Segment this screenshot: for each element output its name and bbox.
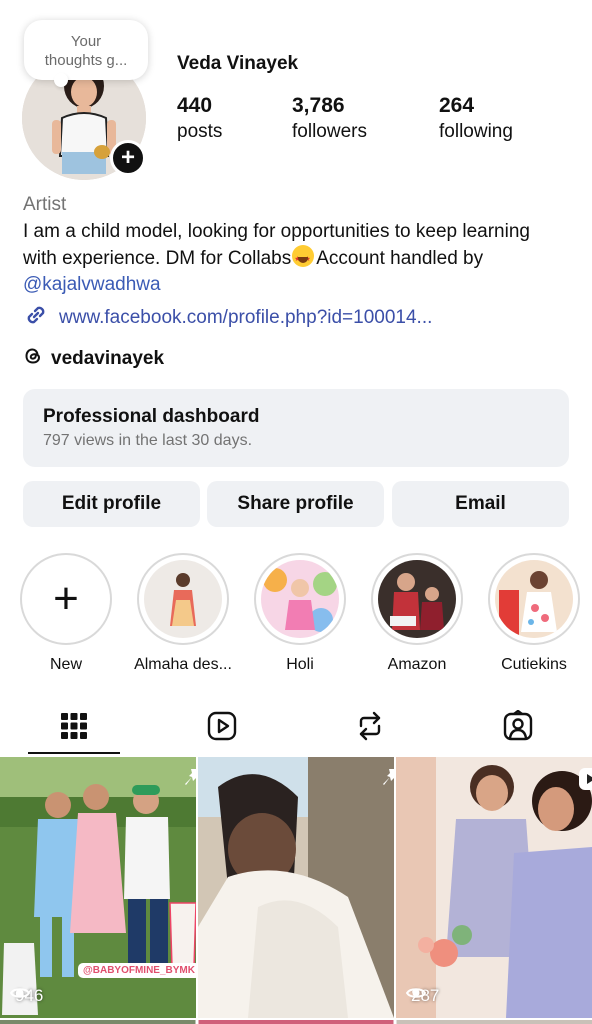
highlight-label: Holi [286, 656, 314, 673]
grid-icon [60, 712, 88, 745]
highlight-new[interactable]: + New [20, 553, 112, 674]
post-tile[interactable] [198, 757, 394, 1018]
stat-following-label: following [439, 121, 513, 142]
bio-tail: Account handled by [316, 248, 484, 269]
highlight-ring [137, 553, 229, 645]
tab-tagged[interactable] [444, 700, 592, 756]
reels-icon [206, 710, 238, 747]
threads-icon [23, 346, 43, 371]
add-story-button[interactable]: + [110, 140, 146, 176]
next-row-peek [0, 1020, 592, 1024]
highlight-label: Cutiekins [501, 656, 567, 673]
dashboard-title: Professional dashboard [43, 406, 260, 427]
highlight-cover-image [378, 560, 456, 638]
tab-reposts[interactable] [296, 700, 444, 756]
edit-profile-button[interactable]: Edit profile [23, 481, 200, 527]
highlight-almaha[interactable]: Almaha des... [134, 553, 232, 674]
profile-link[interactable]: www.facebook.com/profile.php?id=100014..… [23, 302, 432, 333]
brand-tag: @BABYOFMINE_BYMK [78, 963, 196, 978]
highlight-label: Almaha des... [134, 656, 232, 673]
highlight-cover-image [144, 560, 222, 638]
mention-link[interactable]: @kajalvwadhwa [23, 274, 161, 295]
profile-username: Veda Vinayek [177, 53, 299, 74]
threads-badge[interactable]: vedavinayek [23, 346, 164, 371]
view-count: 946 [10, 986, 43, 1006]
stat-following-value: 264 [439, 94, 475, 117]
profile-category: Artist [23, 194, 67, 215]
stat-posts-value: 440 [177, 94, 213, 117]
plus-icon: + [120, 144, 135, 171]
link-icon [23, 302, 49, 333]
profile-bio: I am a child model, looking for opportun… [23, 219, 543, 298]
stat-posts-label: posts [177, 121, 223, 142]
threads-handle: vedavinayek [51, 347, 165, 369]
highlight-holi[interactable]: Holi [254, 553, 346, 674]
highlight-amazon[interactable]: Amazon [371, 553, 463, 674]
stat-posts[interactable]: 440 posts [177, 93, 222, 145]
reposts-icon [355, 710, 385, 747]
view-count: 287 [406, 986, 439, 1006]
highlight-cutiekins[interactable]: Cutiekins [488, 553, 580, 674]
highlight-label: Amazon [387, 656, 447, 673]
highlight-ring: + [20, 553, 112, 645]
highlight-label: New [49, 656, 82, 673]
note-bubble[interactable]: Your thoughts g... [24, 20, 148, 87]
highlight-ring [371, 553, 463, 645]
profile-tabs [0, 700, 592, 756]
tagged-icon [502, 709, 534, 747]
highlight-ring [488, 553, 580, 645]
tab-reels[interactable] [148, 700, 296, 756]
dashboard-subtitle: 797 views in the last 30 days. [43, 432, 253, 449]
stat-followers-label: followers [292, 121, 367, 142]
highlight-ring [254, 553, 346, 645]
highlight-cover-image [495, 560, 573, 638]
post-tile[interactable]: 287 [396, 757, 592, 1018]
highlight-cover-image [261, 560, 339, 638]
plus-icon: + [27, 560, 105, 638]
active-tab-indicator [28, 752, 120, 754]
star-struck-emoji-icon [292, 245, 315, 273]
stat-followers-value: 3,786 [292, 94, 345, 117]
stat-followers[interactable]: 3,786 followers [292, 93, 367, 145]
note-text: Your thoughts g... [44, 33, 128, 69]
tab-posts-grid[interactable] [0, 700, 148, 756]
share-profile-button[interactable]: Share profile [207, 481, 384, 527]
posts-grid: @BABYOFMINE_BYMK 946 287 [0, 757, 592, 1024]
post-tile[interactable]: @BABYOFMINE_BYMK 946 [0, 757, 196, 1018]
email-button[interactable]: Email [392, 481, 569, 527]
professional-dashboard[interactable]: Professional dashboard 797 views in the … [23, 389, 569, 467]
stat-following[interactable]: 264 following [439, 93, 513, 145]
link-text[interactable]: www.facebook.com/profile.php?id=100014..… [59, 307, 432, 329]
